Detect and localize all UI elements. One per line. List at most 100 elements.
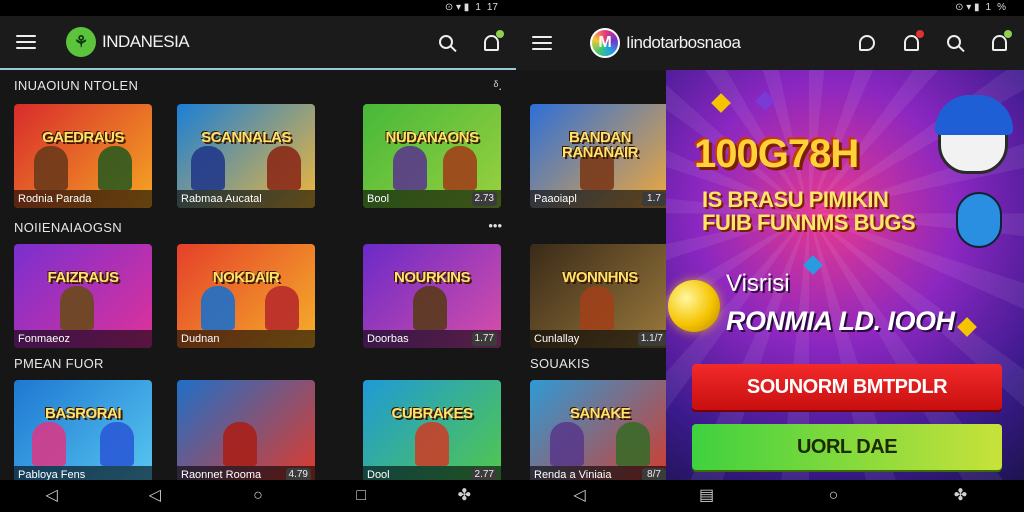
notification-dot (1004, 30, 1012, 38)
character-figure (32, 422, 66, 466)
character-figure (265, 286, 299, 330)
section-more-icon[interactable]: ᵟ. (493, 78, 502, 93)
game-title: NOKDAIR (212, 269, 280, 286)
app-bar: M Iindotarbosnaoa (516, 16, 1024, 70)
game-card[interactable]: BASRORAI Pabloya Fens (14, 380, 152, 484)
recents-icon[interactable]: □ (353, 488, 369, 504)
rating-badge: 1.77 (471, 332, 497, 346)
game-title: CUBRAKES (391, 405, 473, 422)
game-title: WONNHNS (562, 269, 638, 286)
character-figure (550, 422, 584, 466)
status-icons: ⊙ ▾ ▮ (955, 2, 980, 13)
brand[interactable]: ⚘ INDANESIA (66, 27, 190, 57)
game-card[interactable]: BANDAN RANANAIR Paaoiapl 1.7 (530, 104, 670, 208)
character-figure (267, 146, 301, 190)
status-bar: ⊙ ▾ ▮ 1 17 (0, 0, 516, 16)
promo-banner[interactable]: 100G78H IS BRASU PIMIKIN FUIB FUNNMS BUG… (666, 70, 1024, 480)
alert-bell-icon[interactable] (900, 30, 924, 54)
menu-nav-icon[interactable]: ▤ (699, 488, 715, 504)
game-title: SANAKE (569, 405, 631, 422)
section-title: PMEAN FUOR (14, 356, 104, 371)
back-icon[interactable]: ◁ (572, 488, 588, 504)
coin-icon (668, 280, 720, 332)
brand-name: Iindotarbosnaoa (626, 33, 741, 52)
game-title: GAEDRAUS (42, 129, 124, 146)
promo-subtitle: IS BRASU PIMIKIN FUIB FUNNMS BUGS (702, 188, 916, 236)
promo-headline: 100G78H (694, 132, 859, 176)
back-icon[interactable]: ◁ (147, 488, 163, 504)
character-figure (393, 146, 427, 190)
left-phone-screen: ⊙ ▾ ▮ 1 17 ⚘ INDANESIA INUAOIUN NTOLEN ᵟ… (0, 0, 516, 512)
game-title: NUDANAONS (385, 129, 480, 146)
notification-dot (496, 30, 504, 38)
alert-dot (916, 30, 924, 38)
system-nav-bar: ◁ ▤ ○ ✤ (516, 480, 1024, 512)
menu-icon[interactable] (532, 36, 552, 50)
mascot-character (935, 95, 1013, 174)
rating-badge: 1.1/7 (637, 332, 666, 346)
more-options-icon[interactable]: ••• (488, 218, 502, 233)
app-bar: ⚘ INDANESIA (0, 16, 516, 70)
character-figure (616, 422, 650, 466)
notification-bell-icon[interactable] (480, 30, 504, 54)
status-time: % (997, 2, 1006, 13)
promo-text: Visrisi (726, 270, 790, 297)
game-label: Dudnan (177, 330, 315, 348)
status-icons: ⊙ ▾ ▮ (444, 2, 470, 13)
game-label: Rodnia Parada (14, 190, 152, 208)
game-title: BANDAN RANANAIR (562, 129, 639, 161)
chat-icon[interactable] (856, 32, 878, 54)
game-title: BASRORAI (44, 405, 122, 422)
game-card[interactable]: FAIZRAUS Fonmaeoz (14, 244, 152, 348)
game-card[interactable]: SANAKE Renda a Viniaia 8/7 (530, 380, 670, 484)
status-bar: ⊙ ▾ ▮ 1 % (516, 0, 1024, 16)
game-title: FAIZRAUS (47, 269, 120, 286)
game-card[interactable]: CUBRAKES Dool 2.77 (363, 380, 501, 484)
game-card[interactable]: Raonnet Rooma 4.79 (177, 380, 315, 484)
section-title: SOUAKIS (530, 356, 590, 371)
app-logo-icon: ⚘ (66, 27, 96, 57)
menu-icon[interactable] (16, 35, 36, 49)
game-card[interactable]: NUDANAONS Bool 2.73 (363, 104, 501, 208)
section-title: NOIIENAIAOGSN (14, 220, 122, 235)
character-figure (201, 286, 235, 330)
game-card[interactable]: NOURKINS Doorbas 1.77 (363, 244, 501, 348)
brand-name: INDANESIA (102, 32, 190, 51)
home-icon[interactable]: ○ (250, 488, 266, 504)
accessibility-icon[interactable]: ✤ (456, 488, 472, 504)
search-icon[interactable] (944, 32, 966, 54)
game-title: NOURKINS (393, 269, 471, 286)
game-card[interactable]: WONNHNS Cunlallay 1.1/7 (530, 244, 670, 348)
game-card[interactable]: SCANNALAS Rabmaa Aucatal (177, 104, 315, 208)
signal-indicator: 1 (475, 2, 481, 13)
rating-badge: 1.7 (642, 192, 666, 206)
accessibility-icon[interactable]: ✤ (953, 488, 969, 504)
app-logo-icon: M (590, 28, 620, 58)
home-icon[interactable]: ○ (826, 488, 842, 504)
character-figure (443, 146, 477, 190)
game-title: SCANNALAS (201, 129, 291, 146)
character-figure (60, 286, 94, 330)
character-figure (415, 422, 449, 466)
search-icon[interactable] (436, 32, 458, 54)
game-card[interactable]: NOKDAIR Dudnan (177, 244, 315, 348)
character-figure (34, 146, 68, 190)
game-label: Fonmaeoz (14, 330, 152, 348)
brand[interactable]: M Iindotarbosnaoa (590, 28, 741, 58)
status-time: 17 (486, 2, 498, 13)
back-icon[interactable]: ◁ (44, 488, 60, 504)
mascot-character (956, 192, 1002, 248)
notification-bell-icon[interactable] (988, 30, 1012, 54)
game-label: Rabmaa Aucatal (177, 190, 315, 208)
game-card[interactable]: GAEDRAUS Rodnia Parada (14, 104, 152, 208)
character-figure (98, 146, 132, 190)
secondary-cta-button[interactable]: UORL DAE (692, 424, 1002, 470)
character-figure (223, 422, 257, 466)
character-figure (100, 422, 134, 466)
character-figure (580, 286, 614, 330)
promo-text: RONMIA LD. IOOH (726, 306, 955, 336)
promo-subtitle-line: FUIB FUNNMS BUGS (702, 210, 916, 236)
primary-cta-button[interactable]: SOUNORM BMTPDLR (692, 364, 1002, 410)
rating-badge: 2.73 (471, 192, 497, 206)
character-figure (191, 146, 225, 190)
